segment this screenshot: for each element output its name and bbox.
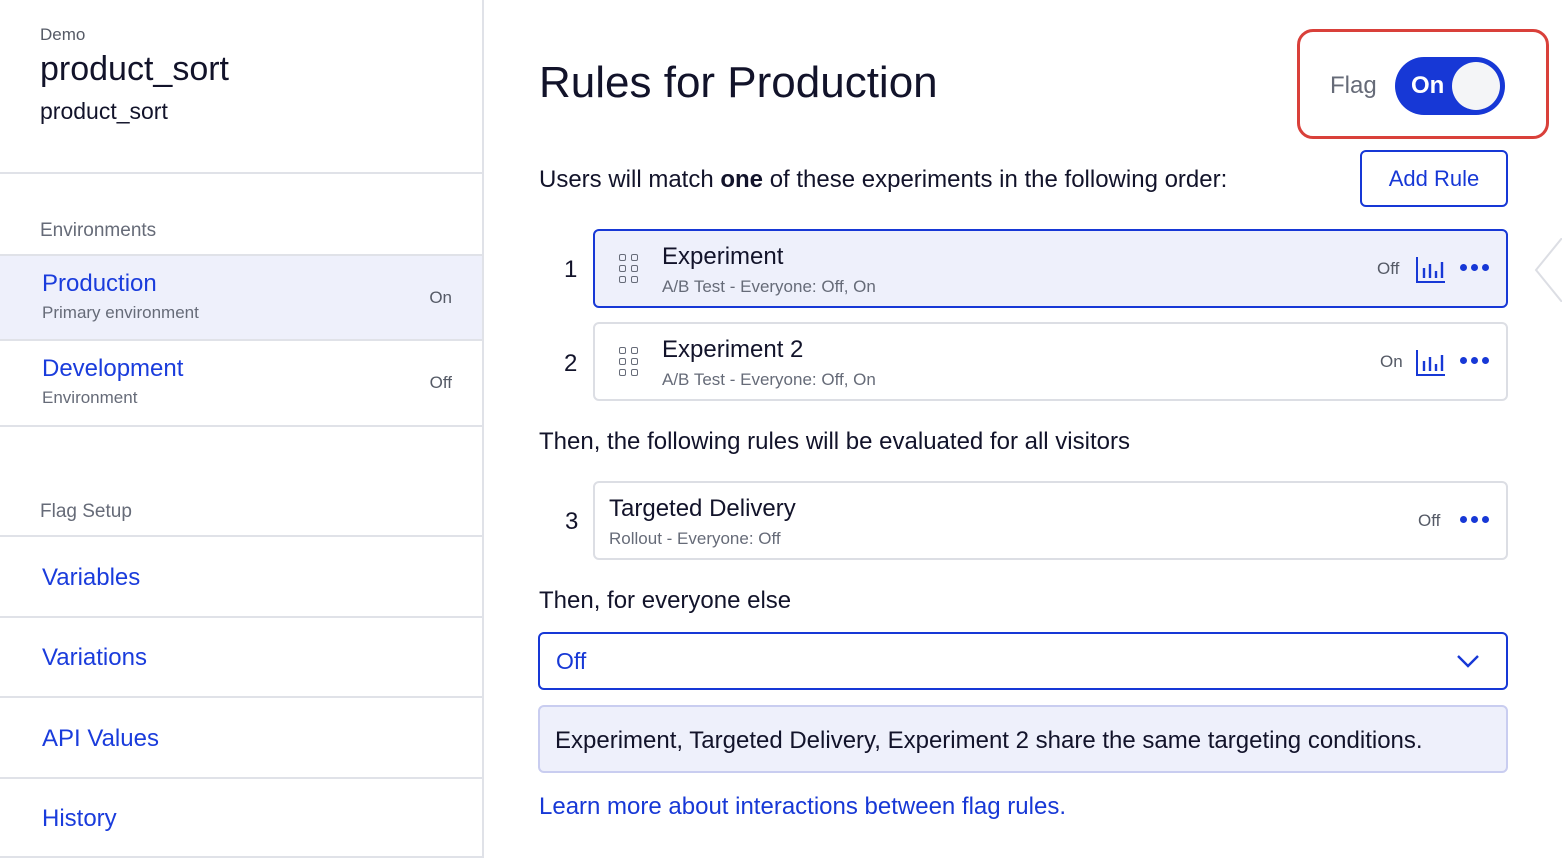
rule-name: Experiment 2	[662, 336, 804, 363]
rule-card-targeted-delivery[interactable]: Targeted Delivery Rollout - Everyone: Of…	[593, 481, 1508, 560]
learn-more-link[interactable]: Learn more about interactions between fl…	[539, 793, 1066, 821]
rule-number: 3	[565, 508, 579, 535]
divider	[0, 777, 482, 779]
rule-name: Experiment	[662, 243, 784, 270]
flag-name: product_sort	[40, 50, 229, 88]
env-status: Off	[429, 373, 452, 392]
flag-toggle-state: On	[1411, 72, 1445, 99]
intro-emphasis: one	[720, 166, 764, 193]
divider	[0, 535, 482, 537]
more-icon[interactable]	[1460, 513, 1490, 527]
flag-key: product_sort	[40, 98, 168, 124]
env-subtitle: Environment	[42, 388, 138, 407]
results-icon[interactable]	[1415, 253, 1447, 285]
env-subtitle: Primary environment	[42, 303, 199, 322]
env-item-development[interactable]: Development Environment Off	[0, 341, 482, 425]
sidebar-item-history[interactable]: History	[42, 805, 117, 833]
env-status: On	[429, 288, 452, 307]
fallback-variation-select[interactable]: Off	[538, 632, 1508, 690]
fallback-value: Off	[556, 648, 587, 674]
rule-description: A/B Test - Everyone: Off, On	[662, 370, 876, 389]
panel-pointer-icon	[1534, 238, 1562, 302]
shared-conditions-notice: Experiment, Targeted Delivery, Experimen…	[538, 705, 1508, 773]
sidebar-item-api-values[interactable]: API Values	[42, 725, 159, 753]
environments-heading: Environments	[40, 220, 157, 241]
project-label: Demo	[40, 25, 86, 44]
rule-description: A/B Test - Everyone: Off, On	[662, 277, 876, 296]
divider	[0, 616, 482, 618]
divider	[0, 425, 482, 427]
more-icon[interactable]	[1460, 261, 1490, 275]
drag-handle-icon[interactable]	[619, 347, 641, 379]
drag-handle-icon[interactable]	[619, 254, 641, 286]
rules-intro: Users will match one of these experiment…	[539, 166, 1227, 194]
results-icon[interactable]	[1415, 346, 1447, 378]
sidebar-item-variables[interactable]: Variables	[42, 564, 140, 592]
rule-status: Off	[1377, 259, 1400, 278]
divider	[0, 696, 482, 698]
flag-toggle-label: Flag	[1330, 72, 1377, 99]
rule-status: Off	[1418, 511, 1441, 530]
rule-card-experiment[interactable]: Experiment A/B Test - Everyone: Off, On …	[593, 229, 1508, 308]
sidebar-item-variations[interactable]: Variations	[42, 644, 147, 672]
rule-number: 1	[564, 256, 578, 283]
rule-description: Rollout - Everyone: Off	[609, 529, 781, 548]
toggle-knob	[1452, 62, 1500, 110]
intro-text: of these experiments in the following or…	[763, 166, 1228, 193]
env-name: Production	[42, 270, 157, 297]
then-rules-text: Then, the following rules will be evalua…	[539, 428, 1130, 455]
rule-number: 2	[564, 350, 578, 377]
divider	[0, 172, 482, 174]
env-item-production[interactable]: Production Primary environment On	[0, 256, 482, 340]
sidebar: Demo product_sort product_sort Environme…	[0, 0, 484, 858]
intro-text: Users will match	[539, 166, 721, 193]
more-icon[interactable]	[1460, 354, 1490, 368]
flag-toggle[interactable]: On	[1395, 57, 1505, 115]
rule-card-experiment-2[interactable]: Experiment 2 A/B Test - Everyone: Off, O…	[593, 322, 1508, 401]
add-rule-button[interactable]: Add Rule	[1360, 150, 1508, 207]
rule-status: On	[1380, 352, 1403, 371]
flag-setup-heading: Flag Setup	[40, 501, 132, 522]
page-title: Rules for Production	[539, 58, 938, 107]
notice-text: Experiment, Targeted Delivery, Experimen…	[555, 727, 1423, 754]
env-name: Development	[42, 355, 184, 382]
chevron-down-icon	[1457, 655, 1479, 668]
then-everyone-text: Then, for everyone else	[539, 587, 792, 614]
rule-name: Targeted Delivery	[609, 495, 796, 522]
